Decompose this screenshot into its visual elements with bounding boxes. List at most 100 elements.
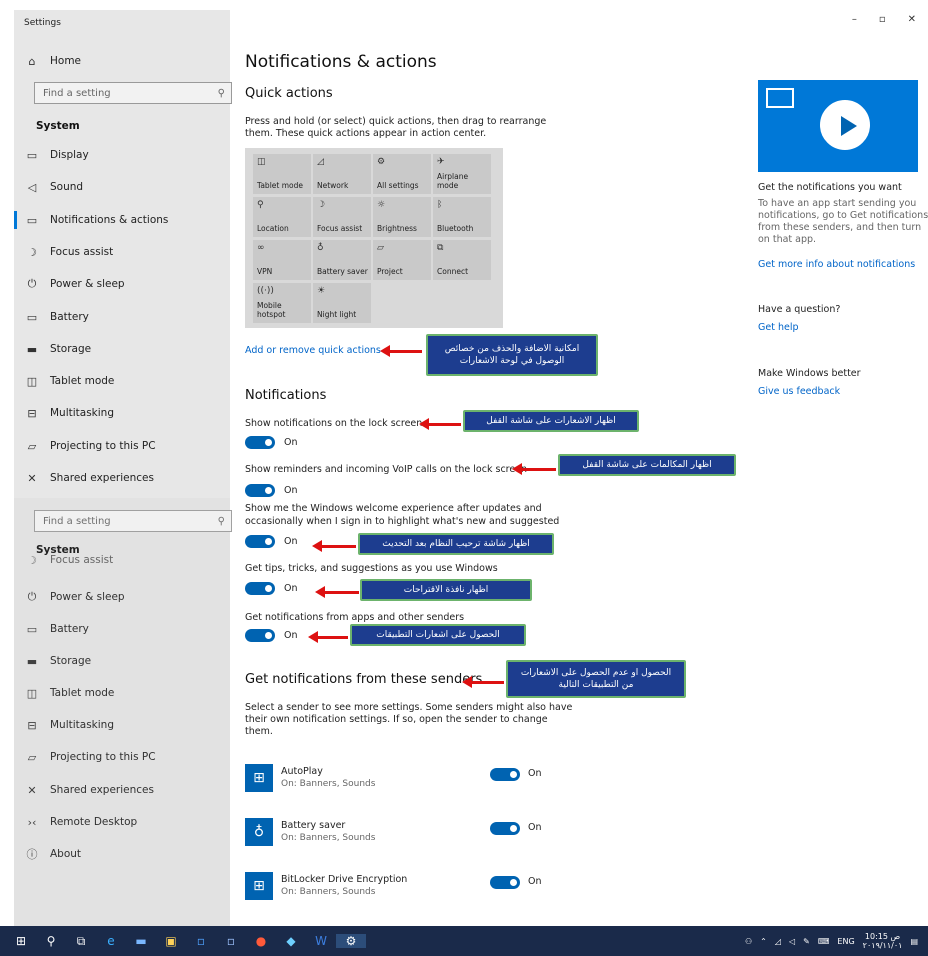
message-icon: ▭	[26, 213, 38, 227]
sidebar-item-battery-lower[interactable]: ▭ Battery	[14, 614, 230, 644]
lock-screen-state: On	[284, 437, 298, 448]
sidebar-item-notifications[interactable]: ▭ Notifications & actions	[14, 205, 230, 235]
sidebar-item-tablet-mode-lower[interactable]: ◫ Tablet mode	[14, 678, 230, 708]
chevron-up-icon[interactable]: ⌃	[760, 937, 767, 946]
sender-autoplay[interactable]: ⊞ AutoPlay On: Banners, Sounds On	[245, 762, 665, 802]
sidebar-item-remote-desktop[interactable]: ›‹ Remote Desktop	[14, 807, 230, 837]
tile-connect[interactable]: ⧉ Connect	[433, 240, 491, 280]
sidebar-item-power-sleep[interactable]: ⏻ Power & sleep	[14, 269, 230, 299]
lock-screen-toggle[interactable]	[245, 436, 275, 449]
sidebar-item-focus-assist[interactable]: ☽ Focus assist	[14, 237, 230, 267]
volume-icon[interactable]: ◁	[789, 937, 795, 946]
section-label: System	[36, 120, 80, 132]
photoshop-icon[interactable]: ▫	[186, 934, 216, 948]
sidebar-item-multitasking-lower[interactable]: ⊟ Multitasking	[14, 710, 230, 740]
tile-brightness[interactable]: ☼ Brightness	[373, 197, 431, 237]
tile-airplane-mode[interactable]: ✈ Airplane mode	[433, 154, 491, 194]
tile-night-light[interactable]: ☀ Night light	[313, 283, 371, 323]
sender-toggle[interactable]	[490, 876, 520, 889]
start-button[interactable]: ⊞	[6, 934, 36, 948]
feedback-link[interactable]: Give us feedback	[758, 386, 928, 398]
edge-icon[interactable]: e	[96, 934, 126, 948]
sidebar-item-sound[interactable]: ◁ Sound	[14, 172, 230, 202]
tile-vpn[interactable]: ∞ VPN	[253, 240, 311, 280]
window-title: Settings	[24, 18, 61, 28]
close-button[interactable]: ✕	[908, 14, 916, 25]
minimize-button[interactable]: –	[852, 14, 857, 25]
tile-tablet-mode[interactable]: ◫ Tablet mode	[253, 154, 311, 194]
sidebar-item-display[interactable]: ▭ Display	[14, 140, 230, 170]
network-icon[interactable]: ◿	[775, 937, 781, 946]
notifications-heading: Notifications	[245, 388, 327, 403]
tips-toggle[interactable]	[245, 582, 275, 595]
get-notifications-body-3: from these senders, and then turn	[758, 222, 922, 233]
annotation-quick-actions: امكانية الاضافة والحذف من خصائص الوصول ف…	[426, 334, 598, 376]
tile-location[interactable]: ⚲ Location	[253, 197, 311, 237]
sidebar-item-battery[interactable]: ▭ Battery	[14, 302, 230, 332]
tile-mobile-hotspot[interactable]: ((·)) Mobile hotspot	[253, 283, 311, 323]
tile-project[interactable]: ▱ Project	[373, 240, 431, 280]
sidebar-item-about[interactable]: ⓘ About	[14, 839, 230, 869]
search-icon[interactable]: ⚲	[36, 934, 66, 948]
add-remove-quick-actions-link[interactable]: Add or remove quick actions	[245, 345, 381, 356]
sidebar-item-projecting[interactable]: ▱ Projecting to this PC	[14, 431, 230, 461]
project-icon: ▱	[377, 243, 384, 253]
sidebar-item-projecting-lower[interactable]: ▱ Projecting to this PC	[14, 742, 230, 772]
moon-icon: ☽	[27, 553, 37, 567]
search-input[interactable]: Find a setting ⚲	[34, 82, 232, 104]
multitasking-icon: ⊟	[27, 718, 37, 732]
sidebar-item-storage-lower[interactable]: ▬ Storage	[14, 646, 230, 676]
pen-icon[interactable]: ✎	[803, 937, 810, 946]
tips-label: Get tips, tricks, and suggestions as you…	[245, 563, 498, 574]
speaker-icon: ◁	[27, 180, 37, 194]
settings-taskbar-icon[interactable]: ⚙	[336, 934, 366, 948]
chrome-icon[interactable]: ●	[246, 934, 276, 948]
maximize-button[interactable]: ▫	[879, 14, 886, 25]
sidebar-item-label: Home	[50, 55, 82, 67]
task-view-icon[interactable]: ⧉	[66, 934, 96, 949]
more-info-link[interactable]: Get more info about notifications	[758, 259, 928, 271]
video-thumbnail[interactable]	[758, 80, 918, 172]
power-icon: ⏻	[27, 590, 37, 603]
keyboard-icon[interactable]: ⌨	[818, 937, 830, 946]
file-explorer-icon[interactable]: ▬	[126, 934, 156, 948]
sender-toggle[interactable]	[490, 822, 520, 835]
sidebar-item-storage[interactable]: ▬ Storage	[14, 334, 230, 364]
get-help-link[interactable]: Get help	[758, 322, 928, 334]
apps-senders-toggle[interactable]	[245, 629, 275, 642]
clock[interactable]: 10:15 ص ٢٠١٩/١١/٠١	[863, 932, 903, 950]
sidebar-item-shared-experiences[interactable]: ✕ Shared experiences	[14, 463, 230, 493]
storage-icon: ▬	[26, 654, 38, 668]
tablet-icon: ◫	[26, 374, 38, 388]
welcome-toggle[interactable]	[245, 535, 275, 548]
play-icon[interactable]	[820, 100, 870, 150]
paint-icon[interactable]: ◆	[276, 934, 306, 948]
battery-icon: ▭	[26, 622, 38, 636]
sidebar-item-multitasking[interactable]: ⊟ Multitasking	[14, 398, 230, 428]
tile-focus-assist[interactable]: ☽ Focus assist	[313, 197, 371, 237]
sender-toggle[interactable]	[490, 768, 520, 781]
tile-all-settings[interactable]: ⚙ All settings	[373, 154, 431, 194]
sender-battery-saver[interactable]: ♁ Battery saver On: Banners, Sounds On	[245, 816, 665, 856]
tile-battery-saver[interactable]: ♁ Battery saver	[313, 240, 371, 280]
search-icon: ⚲	[217, 87, 225, 99]
word-icon[interactable]: W	[306, 934, 336, 948]
tile-bluetooth[interactable]: ᛒ Bluetooth	[433, 197, 491, 237]
voip-toggle[interactable]	[245, 484, 275, 497]
sender-bitlocker[interactable]: ⊞ BitLocker Drive Encryption On: Banners…	[245, 870, 665, 910]
people-icon[interactable]: ⚇	[745, 937, 752, 946]
annotation-arrow	[308, 631, 348, 643]
sidebar-item-home[interactable]: ⌂ Home	[14, 46, 230, 76]
sidebar-item-focus-assist-partial[interactable]: ☽ Focus assist	[14, 552, 230, 568]
sidebar-item-shared-experiences-lower[interactable]: ✕ Shared experiences	[14, 775, 230, 805]
tile-network[interactable]: ◿ Network	[313, 154, 371, 194]
language-indicator[interactable]: ENG	[837, 937, 854, 946]
action-center-icon[interactable]: ▤	[910, 937, 918, 946]
app-icon[interactable]: ▫	[216, 934, 246, 948]
sidebar-item-tablet-mode[interactable]: ◫ Tablet mode	[14, 366, 230, 396]
store-icon[interactable]: ▣	[156, 934, 186, 948]
sidebar-item-power-sleep-lower[interactable]: ⏻ Power & sleep	[14, 582, 230, 612]
lower-search-input[interactable]: Find a setting ⚲	[34, 510, 232, 532]
senders-desc-2: their own notification settings. If so, …	[245, 714, 548, 725]
connect-icon: ⧉	[437, 243, 444, 253]
